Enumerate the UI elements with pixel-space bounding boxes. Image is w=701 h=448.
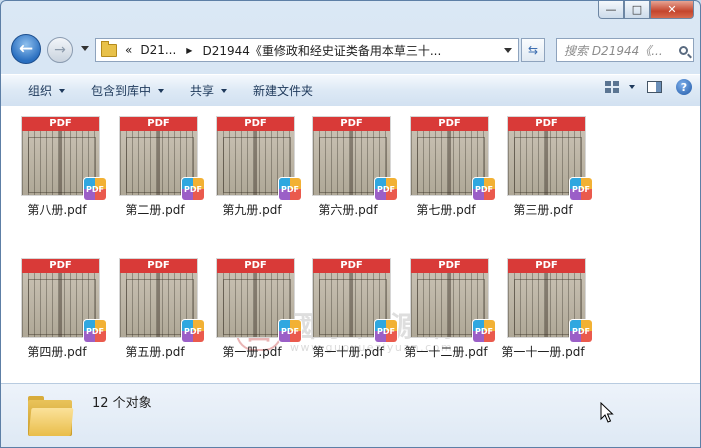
file-item[interactable]: PDF PDF 第六册.pdf [303, 108, 397, 224]
file-name[interactable]: 第五册.pdf [102, 343, 208, 360]
recent-pages-dropdown-icon[interactable] [81, 46, 89, 51]
pdf-app-icon: PDF [182, 320, 204, 342]
address-bar[interactable]: « D21... ▶ D21944《重修政和经史证类备用本草三十... [95, 38, 519, 62]
address-dropdown-icon[interactable] [504, 47, 512, 53]
pdf-app-icon: PDF [570, 178, 592, 200]
pdf-app-icon: PDF [375, 178, 397, 200]
file-item[interactable]: PDF PDF 第四册.pdf [12, 250, 106, 366]
command-bar: 组织 包含到库中 共享 新建文件夹 ? [1, 74, 700, 107]
file-item[interactable]: PDF PDF 第八册.pdf [12, 108, 106, 224]
pdf-band: PDF [313, 117, 390, 131]
file-name[interactable]: 第八册.pdf [4, 201, 110, 218]
chevron-down-icon [59, 88, 66, 93]
pdf-band: PDF [120, 117, 197, 131]
breadcrumb-separator-icon[interactable]: ▶ [180, 46, 198, 55]
file-item[interactable]: PDF PDF 第一十二册.pdf [401, 250, 495, 366]
file-name[interactable]: 第一十一册.pdf [490, 343, 596, 360]
pdf-band: PDF [508, 117, 585, 131]
details-pane: 12 个对象 [1, 383, 700, 447]
pdf-band: PDF [22, 117, 99, 131]
new-folder-button[interactable]: 新建文件夹 [245, 79, 321, 103]
caption-buttons: — □ ✕ [598, 1, 694, 19]
file-name[interactable]: 第九册.pdf [199, 201, 305, 218]
pdf-band: PDF [120, 259, 197, 273]
breadcrumb-overflow[interactable]: « [121, 43, 136, 57]
file-item[interactable]: PDF PDF 第一十一册.pdf [498, 250, 592, 366]
pdf-band: PDF [411, 259, 488, 273]
pdf-band: PDF [22, 259, 99, 273]
pdf-app-icon: PDF [279, 320, 301, 342]
file-item[interactable]: PDF PDF 第五册.pdf [110, 250, 204, 366]
maximize-button[interactable]: □ [624, 1, 650, 19]
scrollbar-area [692, 106, 700, 383]
pdf-band: PDF [508, 259, 585, 273]
file-name[interactable]: 第一十二册.pdf [393, 343, 499, 360]
folder-icon [101, 40, 117, 57]
item-count: 12 个对象 [92, 396, 152, 411]
file-name[interactable]: 第二册.pdf [102, 201, 208, 218]
include-in-library-label: 包含到库中 [91, 84, 152, 98]
pdf-app-icon: PDF [570, 320, 592, 342]
file-item[interactable]: PDF PDF 第七册.pdf [401, 108, 495, 224]
search-input[interactable]: 搜索 D21944《... [556, 38, 694, 62]
folder-icon [28, 396, 74, 436]
help-icon[interactable]: ? [676, 79, 692, 95]
pdf-app-icon: PDF [473, 320, 495, 342]
pdf-band: PDF [313, 259, 390, 273]
pdf-app-icon: PDF [84, 178, 106, 200]
file-item[interactable]: PDF PDF 第一十册.pdf [303, 250, 397, 366]
share-label: 共享 [190, 84, 215, 98]
new-folder-label: 新建文件夹 [253, 84, 314, 98]
explorer-window: — □ ✕ ← → « D21... ▶ D21944《重修政和经史证类备用本草… [0, 0, 701, 448]
search-icon[interactable] [679, 45, 688, 55]
mouse-cursor-icon [600, 402, 614, 423]
breadcrumb-item-current[interactable]: D21944《重修政和经史证类备用本草三十... [198, 42, 445, 59]
file-item[interactable]: PDF PDF 第一册.pdf [207, 250, 301, 366]
change-view-icon[interactable] [605, 81, 619, 93]
chevron-down-icon [221, 88, 228, 93]
pdf-app-icon: PDF [182, 178, 204, 200]
file-item[interactable]: PDF PDF 第九册.pdf [207, 108, 301, 224]
refresh-button[interactable]: ⇆ [521, 38, 545, 62]
pdf-band: PDF [217, 259, 294, 273]
view-options-chevron-icon[interactable] [629, 85, 635, 89]
share-menu[interactable]: 共享 [182, 79, 235, 103]
file-list[interactable]: 国 國學資源網 www.guoxueziyuan.com PDFPDF第八册.p… [1, 106, 692, 383]
file-item[interactable]: PDF PDF 第二册.pdf [110, 108, 204, 224]
file-name[interactable]: 第七册.pdf [393, 201, 499, 218]
file-name[interactable]: 第四册.pdf [4, 343, 110, 360]
search-placeholder: 搜索 D21944《... [564, 43, 663, 58]
pdf-app-icon: PDF [375, 320, 397, 342]
file-item[interactable]: PDF PDF 第三册.pdf [498, 108, 592, 224]
breadcrumb-item-parent[interactable]: D21... [136, 43, 180, 57]
include-in-library-menu[interactable]: 包含到库中 [83, 79, 172, 103]
file-name[interactable]: 第一十册.pdf [295, 343, 401, 360]
back-button[interactable]: ← [11, 34, 41, 64]
pdf-band: PDF [217, 117, 294, 131]
pdf-band: PDF [411, 117, 488, 131]
file-name[interactable]: 第六册.pdf [295, 201, 401, 218]
toolbar-right: ? [605, 79, 692, 95]
pdf-app-icon: PDF [84, 320, 106, 342]
preview-pane-icon[interactable] [647, 81, 662, 93]
navigation-bar: ← → « D21... ▶ D21944《重修政和经史证类备用本草三十... … [1, 34, 700, 68]
minimize-button[interactable]: — [598, 1, 624, 19]
pdf-app-icon: PDF [473, 178, 495, 200]
pdf-app-icon: PDF [279, 178, 301, 200]
close-button[interactable]: ✕ [650, 1, 694, 19]
organize-label: 组织 [28, 84, 53, 98]
organize-menu[interactable]: 组织 [20, 79, 73, 103]
chevron-down-icon [158, 88, 165, 93]
file-name[interactable]: 第一册.pdf [199, 343, 305, 360]
file-name[interactable]: 第三册.pdf [490, 201, 596, 218]
forward-button[interactable]: → [47, 37, 73, 63]
